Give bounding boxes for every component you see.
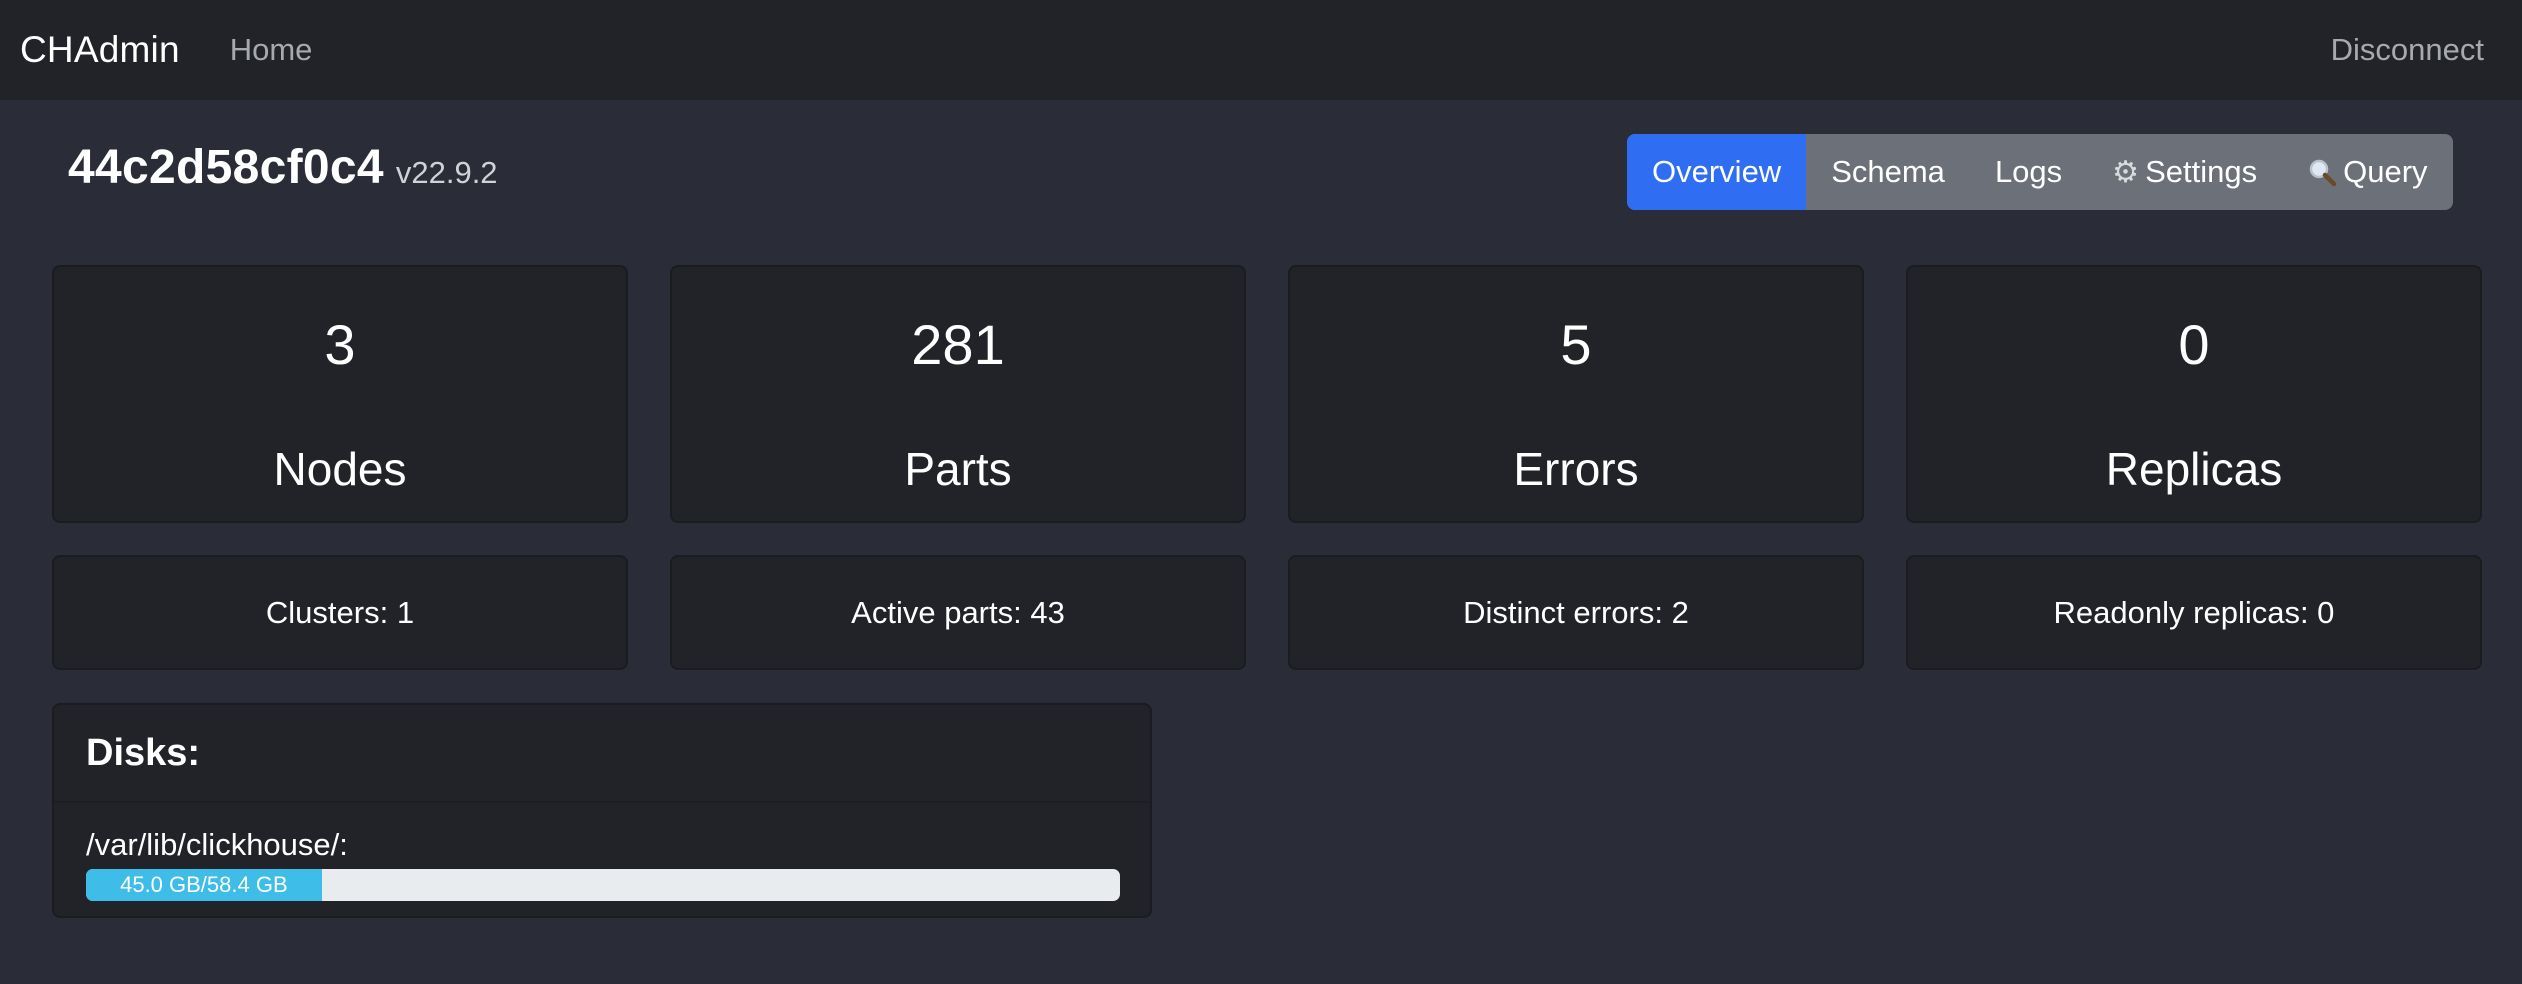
stat-card-replicas: 0 Replicas: [1906, 265, 2482, 523]
gear-icon: ⚙: [2112, 155, 2140, 189]
active-parts-card: Active parts: 43: [670, 555, 1246, 670]
tab-query[interactable]: Query: [2282, 134, 2452, 210]
disk-usage-fill: 45.0 GB/58.4 GB: [86, 869, 322, 901]
stat-label: Nodes: [273, 443, 407, 495]
stat-label: Replicas: [2105, 443, 2283, 495]
stat-card-errors: 5 Errors: [1288, 265, 1864, 523]
tab-logs[interactable]: Logs: [1970, 134, 2087, 210]
disks-title: Disks:: [54, 705, 1150, 803]
stat-card-parts: 281 Parts: [670, 265, 1246, 523]
tab-overview[interactable]: Overview: [1627, 134, 1807, 210]
tab-label: Query: [2343, 154, 2428, 189]
stat-value: 281: [911, 313, 1005, 376]
distinct-errors-card: Distinct errors: 2: [1288, 555, 1864, 670]
version-label: v22.9.2: [395, 155, 498, 190]
readonly-replicas-card: Readonly replicas: 0: [1906, 555, 2482, 670]
stat-value: 0: [2178, 313, 2210, 376]
disconnect-link[interactable]: Disconnect: [2331, 32, 2502, 68]
stat-card-nodes: 3 Nodes: [52, 265, 628, 523]
disk-usage-label: 45.0 GB/58.4 GB: [120, 872, 288, 897]
page-title: 44c2d58cf0c4 v22.9.2: [68, 140, 498, 195]
readonly-replicas-count: Readonly replicas: 0: [2053, 594, 2335, 630]
tab-settings[interactable]: ⚙ Settings: [2087, 134, 2282, 210]
tab-schema[interactable]: Schema: [1806, 134, 1970, 210]
stat-label: Errors: [1513, 443, 1639, 495]
tab-label: Logs: [1994, 154, 2063, 189]
top-navbar: CHAdmin Home Disconnect: [0, 0, 2522, 100]
host-name: 44c2d58cf0c4: [68, 141, 384, 194]
stat-label: Parts: [904, 443, 1012, 495]
nav-home-link[interactable]: Home: [230, 32, 313, 68]
active-parts-count: Active parts: 43: [851, 594, 1065, 630]
stat-value: 5: [1560, 313, 1592, 376]
clusters-card: Clusters: 1: [52, 555, 628, 670]
distinct-errors-count: Distinct errors: 2: [1463, 594, 1689, 630]
disk-usage-bar: 45.0 GB/58.4 GB: [86, 869, 1120, 901]
brand-logo[interactable]: CHAdmin: [20, 29, 180, 71]
magnifier-icon: [2307, 157, 2337, 187]
clusters-count: Clusters: 1: [265, 594, 415, 630]
stat-value: 3: [324, 313, 356, 376]
tab-label: Schema: [1831, 154, 1945, 189]
disk-path: /var/lib/clickhouse/:: [86, 827, 348, 862]
tab-label: Settings: [2145, 154, 2258, 189]
disks-card: Disks: /var/lib/clickhouse/: 45.0 GB/58.…: [52, 703, 1152, 918]
tab-group: Overview Schema Logs ⚙ Settings Query: [1627, 134, 2453, 210]
tab-label: Overview: [1652, 154, 1782, 189]
